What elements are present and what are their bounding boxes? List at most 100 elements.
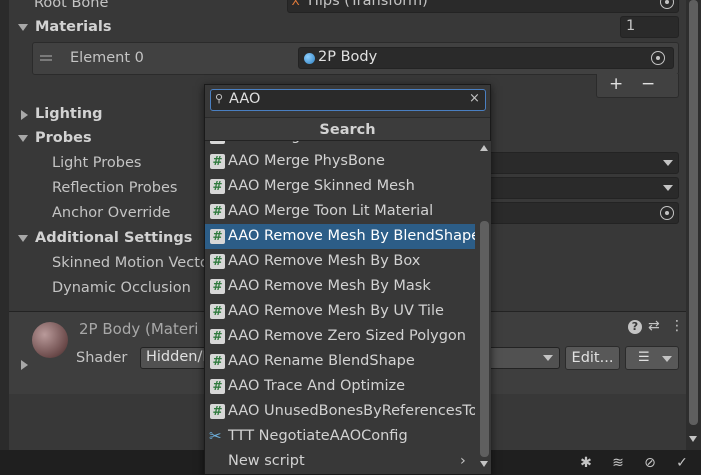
materials-count: 1 — [626, 18, 636, 34]
probes-foldout-icon[interactable] — [18, 135, 28, 142]
preset-icon[interactable]: ⇄ — [648, 318, 660, 334]
root-bone-field[interactable]: ⅄ Hips (Transform) — [287, 0, 679, 13]
chevron-down-icon — [663, 185, 673, 191]
list-item[interactable]: # AAO Merge Skinned Mesh — [205, 174, 475, 199]
element0-field[interactable]: 2P Body — [298, 47, 674, 69]
tool-icon: ✂ — [209, 427, 222, 445]
list-item[interactable]: # AAO Remove Mesh By Box — [205, 249, 475, 274]
scroll-down-icon[interactable] — [480, 461, 488, 467]
check-circle-icon[interactable]: ✓ — [673, 455, 691, 471]
list-item-label: AAO Remove Mesh By Box — [228, 253, 421, 269]
more-options-icon[interactable]: ⋮ — [670, 318, 684, 334]
object-picker-icon[interactable] — [660, 206, 674, 220]
material-preview — [32, 322, 68, 358]
list-item[interactable]: ✂ TTT NegotiateAAOConfig — [205, 424, 475, 449]
list-item[interactable]: #AAO Merge Bone — [205, 141, 475, 149]
list-item[interactable]: # AAO Merge Toon Lit Material — [205, 199, 475, 224]
layers-icon[interactable]: ≋ — [609, 455, 627, 471]
list-item[interactable]: # AAO Remove Mesh By BlendShape — [205, 224, 475, 249]
component-list: #AAO Merge Bone#AAO Merge PhysBone#AAO M… — [205, 141, 475, 474]
list-item-label: AAO Remove Mesh By BlendShape — [228, 228, 475, 244]
add-component-popup: ⚲ AAO × Search #AAO Merge Bone#AAO Merge… — [204, 84, 491, 475]
list-item[interactable]: # AAO Remove Mesh By Mask — [205, 274, 475, 299]
list-item-label: AAO Remove Mesh By UV Tile — [228, 303, 444, 319]
list-item[interactable]: # AAO Remove Zero Sized Polygon — [205, 324, 475, 349]
popup-scrollbar[interactable] — [477, 141, 491, 474]
list-item-label: New script — [228, 453, 305, 469]
materials-count-field[interactable]: 1 — [620, 16, 679, 38]
scroll-down-icon[interactable] — [689, 436, 697, 442]
script-icon: # — [210, 404, 225, 419]
list-item[interactable]: # AAO UnusedBonesByReferencesTool — [205, 399, 475, 424]
materials-label[interactable]: Materials — [35, 19, 112, 35]
list-item-label: AAO Remove Zero Sized Polygon — [228, 328, 466, 344]
list-item-label: AAO Remove Mesh By Mask — [228, 278, 431, 294]
search-input[interactable]: ⚲ AAO × — [210, 89, 486, 111]
list-footer: + − — [596, 74, 679, 98]
list-item-label: AAO Merge Toon Lit Material — [228, 203, 434, 219]
script-icon: # — [210, 379, 225, 394]
dynamic-occlusion-label: Dynamic Occlusion — [52, 280, 191, 296]
list-item-label: AAO Trace And Optimize — [228, 378, 406, 394]
search-icon: ⚲ — [215, 92, 224, 105]
popup-scroll-thumb[interactable] — [480, 221, 489, 457]
chevron-right-icon: › — [460, 453, 466, 469]
list-item-label: AAO Rename BlendShape — [228, 353, 415, 369]
list-item-label: AAO UnusedBonesByReferencesTool — [228, 403, 475, 419]
debug-off-icon[interactable]: ⊘ — [641, 455, 659, 471]
script-icon: # — [210, 279, 225, 294]
edit-shader-button[interactable]: Edit... — [565, 346, 620, 370]
material-icon — [304, 53, 315, 64]
probes-label[interactable]: Probes — [35, 130, 92, 146]
script-icon: # — [210, 329, 225, 344]
remove-element-button[interactable]: − — [641, 74, 655, 94]
element0-label: Element 0 — [70, 50, 144, 66]
additional-settings-label[interactable]: Additional Settings — [35, 230, 192, 246]
chevron-down-icon — [663, 160, 673, 166]
shader-value: Hidden/I — [146, 349, 207, 365]
bug-icon[interactable]: ✱ — [577, 455, 595, 471]
light-probes-label: Light Probes — [52, 155, 142, 171]
chevron-down-icon — [543, 355, 553, 361]
transform-icon: ⅄ — [292, 0, 300, 8]
materials-foldout-icon[interactable] — [18, 24, 28, 31]
material-name: 2P Body (Materi — [79, 320, 199, 338]
script-icon: # — [210, 354, 225, 369]
light-probes-dropdown[interactable] — [488, 152, 679, 174]
list-item[interactable]: # AAO Remove Mesh By UV Tile — [205, 299, 475, 324]
reflection-probes-dropdown[interactable] — [488, 177, 679, 199]
script-icon: # — [210, 229, 225, 244]
scene-view-edge — [0, 0, 9, 475]
object-picker-icon[interactable] — [651, 51, 665, 65]
popup-header: Search — [205, 117, 490, 141]
list-item[interactable]: # AAO Trace And Optimize — [205, 374, 475, 399]
help-icon[interactable]: ? — [628, 320, 642, 334]
list-item-label: AAO Merge Skinned Mesh — [228, 178, 415, 194]
shader-options-button[interactable]: ☰ — [625, 346, 679, 370]
inspector-scroll-thumb[interactable] — [689, 0, 698, 425]
script-icon: # — [210, 141, 225, 144]
lighting-label[interactable]: Lighting — [35, 106, 103, 122]
clear-search-icon[interactable]: × — [469, 91, 480, 106]
object-picker-icon[interactable] — [660, 0, 674, 9]
element0-value: 2P Body — [318, 49, 378, 65]
skinned-motion-label: Skinned Motion Vecto — [52, 255, 209, 271]
material-foldout-icon[interactable] — [21, 360, 28, 370]
anchor-override-label: Anchor Override — [52, 205, 171, 221]
list-item-label: TTT NegotiateAAOConfig — [228, 428, 408, 444]
drag-handle-icon[interactable] — [40, 55, 52, 57]
lighting-foldout-icon[interactable] — [21, 110, 28, 120]
list-item-label: AAO Merge PhysBone — [228, 153, 385, 169]
shader-label: Shader — [76, 350, 128, 366]
add-element-button[interactable]: + — [609, 74, 623, 94]
script-icon: # — [210, 304, 225, 319]
list-item[interactable]: # AAO Merge PhysBone — [205, 149, 475, 174]
anchor-override-field[interactable] — [488, 202, 679, 224]
script-icon: # — [210, 254, 225, 269]
script-icon: # — [210, 154, 225, 169]
additional-settings-foldout-icon[interactable] — [18, 235, 28, 242]
list-item[interactable]: New script › — [205, 449, 475, 474]
list-icon: ☰ — [638, 350, 650, 365]
scroll-up-icon[interactable] — [480, 145, 488, 151]
list-item[interactable]: # AAO Rename BlendShape — [205, 349, 475, 374]
